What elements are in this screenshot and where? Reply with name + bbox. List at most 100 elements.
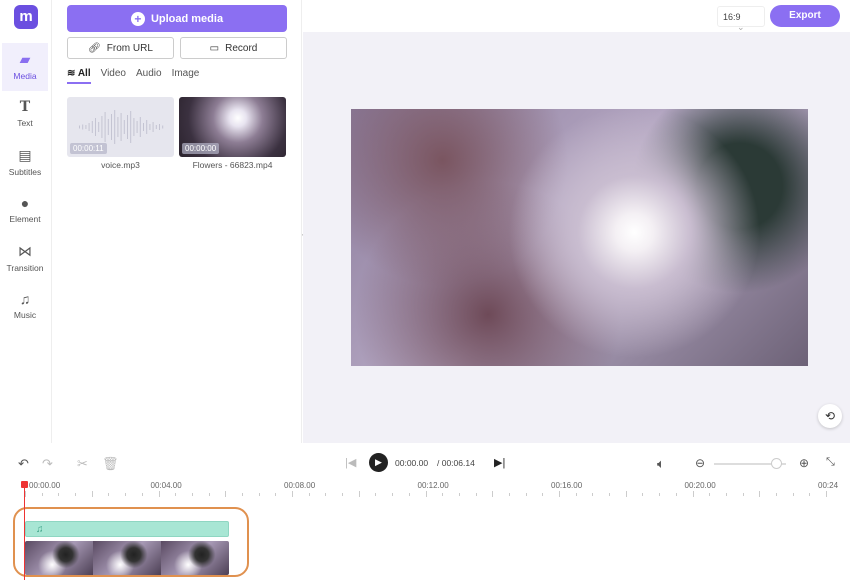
sidebar-item-label: Text: [17, 118, 33, 128]
waveform-bar: [130, 111, 132, 143]
ruler-tick: [692, 491, 694, 497]
ruler-tick: [342, 493, 344, 496]
ruler-tick: [392, 493, 394, 496]
total-time: / 00:06.14: [437, 458, 475, 468]
ruler-tick: [208, 493, 210, 496]
ruler-tick: [141, 493, 143, 496]
waveform-bar: [159, 124, 160, 130]
audio-track-clip[interactable]: ♫: [25, 521, 229, 537]
ruler-tick: [508, 493, 510, 496]
ruler-tick: [575, 493, 577, 496]
aspect-ratio-select[interactable]: 16:9 ⌄: [717, 6, 765, 32]
ruler-tick: [41, 493, 43, 496]
ruler-tick: [609, 493, 611, 496]
zoom-out-icon[interactable]: ⊖: [695, 456, 705, 470]
ruler-tick: [759, 491, 761, 497]
ruler-tick: [58, 493, 60, 496]
waveform-bar: [127, 115, 128, 139]
ruler-tick: [241, 493, 243, 496]
ruler-tick: [709, 493, 711, 496]
sidebar-item-label: Transition: [6, 263, 44, 273]
waveform-bar: [107, 119, 109, 135]
sidebar-item-label: Element: [9, 214, 41, 224]
ruler-tick: [225, 491, 227, 497]
ruler-tick: [525, 493, 527, 496]
from-url-button[interactable]: 🔗︎ From URL: [67, 37, 174, 59]
zoom-slider[interactable]: [714, 458, 786, 469]
waveform-bar: [88, 123, 90, 131]
rotate-icon[interactable]: ⟲: [818, 404, 842, 428]
ruler-tick: [559, 491, 560, 497]
fit-icon[interactable]: ⤡: [826, 456, 835, 469]
skip-back-icon[interactable]: |◀: [345, 456, 356, 469]
layers-icon: ≋: [67, 68, 76, 79]
ruler-tick: [91, 491, 93, 497]
ruler-label: 00:08.00: [284, 481, 316, 490]
video-preview: [351, 109, 808, 366]
waveform-bar: [95, 118, 96, 136]
upload-media-button[interactable]: + Upload media: [67, 5, 287, 32]
tab-video[interactable]: Video: [101, 68, 126, 84]
waveform-bar: [133, 118, 135, 136]
delete-icon[interactable]: 🗑︎: [102, 456, 119, 472]
ruler-tick: [659, 493, 661, 496]
waveform-bar: [139, 117, 141, 137]
ruler-tick: [809, 493, 811, 496]
link-icon: 🔗︎: [88, 42, 101, 54]
play-button[interactable]: ▶: [369, 453, 388, 472]
preview-stage: [303, 32, 850, 443]
sidebar-item-transition[interactable]: ⋈ Transition: [2, 235, 48, 283]
ruler-tick: [542, 493, 544, 496]
ruler-tick: [826, 491, 827, 497]
video-track-clip[interactable]: [25, 541, 229, 575]
media-item-flowers[interactable]: 00:00:00: [179, 97, 286, 157]
tab-image[interactable]: Image: [172, 68, 200, 84]
waveform-bar: [117, 117, 119, 137]
from-url-label: From URL: [106, 42, 153, 54]
cut-icon[interactable]: ✂: [77, 456, 88, 472]
sidebar-item-element[interactable]: ● Element: [2, 187, 48, 235]
playhead[interactable]: [21, 481, 28, 580]
sidebar-item-label: Subtitles: [8, 167, 42, 177]
waveform-bar: [155, 125, 157, 129]
export-button[interactable]: Export: [770, 5, 840, 27]
current-time: 00:00.00: [395, 458, 429, 468]
zoom-in-icon[interactable]: ⊕: [799, 456, 809, 470]
ruler-tick: [425, 491, 427, 497]
sidebar-item-media[interactable]: ▰ Media: [2, 43, 48, 91]
ruler-tick: [775, 493, 777, 496]
waveform-bar: [149, 124, 151, 130]
waveform-bar: [91, 121, 93, 133]
tab-label: All: [77, 68, 91, 79]
media-name: voice.mp3: [101, 160, 140, 170]
ruler-tick: [592, 493, 594, 496]
skip-forward-icon[interactable]: ▶|: [494, 456, 505, 469]
plus-icon: +: [130, 11, 145, 26]
zoom-slider-knob[interactable]: [770, 458, 782, 469]
record-button[interactable]: ▭ Record: [180, 37, 287, 59]
sidebar-item-subtitles[interactable]: ▤ Subtitles: [2, 139, 48, 187]
duration-badge: 00:00:00: [182, 143, 220, 154]
ratio-value: 16:9: [723, 12, 741, 22]
time-ruler[interactable]: 00:00.00 00:04.00 00:08.00 00:12.00 00:16.00…: [0, 478, 850, 498]
app-logo: m: [14, 5, 38, 29]
transition-icon: ⋈: [18, 243, 32, 259]
music-note-icon: ♫: [36, 524, 44, 535]
redo-icon[interactable]: ↷: [42, 456, 53, 472]
waveform-bar: [136, 121, 138, 133]
ruler-tick: [275, 493, 277, 496]
sidebar-item-text[interactable]: T Text: [2, 91, 48, 139]
sidebar-item-music[interactable]: ♫ Music: [2, 283, 48, 331]
undo-icon[interactable]: ↶: [18, 456, 29, 472]
duration-badge: 00:00:11: [70, 143, 107, 154]
waveform-bar: [120, 113, 122, 141]
waveform-bar: [123, 120, 125, 134]
volume-icon[interactable]: 🔈︎: [657, 456, 665, 472]
media-item-voice[interactable]: 00:00:11: [67, 97, 174, 157]
waveform-bar: [85, 125, 87, 129]
tab-audio[interactable]: Audio: [136, 68, 162, 84]
ruler-tick: [258, 493, 260, 496]
ruler-tick: [792, 493, 794, 496]
media-tabs: ≋ All Video Audio Image: [67, 68, 199, 84]
tab-all[interactable]: ≋ All: [67, 68, 91, 84]
